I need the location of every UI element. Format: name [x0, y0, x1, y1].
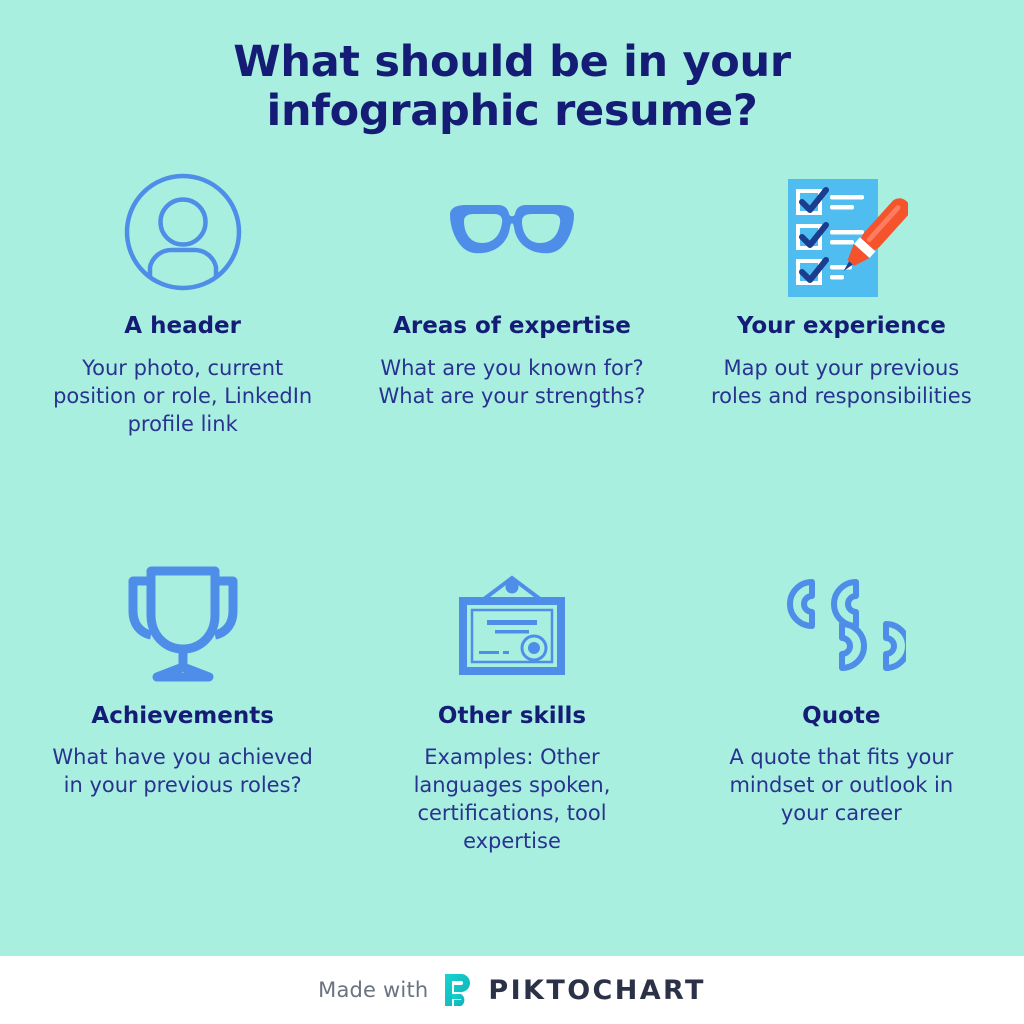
infographic-canvas: What should be in your infographic resum… — [0, 0, 1024, 956]
quotation-marks-icon — [787, 579, 907, 672]
checklist-pencil-icon — [788, 179, 909, 298]
card-icon-container — [122, 157, 244, 307]
card-body: What have you achieved in your previous … — [52, 745, 313, 798]
page-title: What should be in your infographic resum… — [233, 37, 791, 136]
card-title: Your experience — [736, 313, 946, 340]
card-your-experience: Your experience Map out your previous ro… — [677, 157, 1006, 551]
certificate-icon — [458, 575, 565, 676]
piktochart-p-logo-icon — [445, 974, 471, 1006]
card-other-skills: Other skills Examples: Other languages s… — [347, 552, 676, 946]
card-icon-container — [449, 552, 575, 697]
card-body: Map out your previous roles and responsi… — [711, 355, 972, 408]
card-title: A header — [124, 313, 242, 340]
card-body: Examples: Other languages spoken, certif… — [413, 745, 611, 853]
card-title: Other skills — [437, 702, 587, 729]
card-quote: Quote A quote that fits your mindset or … — [677, 552, 1006, 946]
card-body: A quote that fits your mindset or outloo… — [729, 745, 954, 826]
card-icon-container — [774, 157, 909, 307]
card-body: Your photo, current position or role, Li… — [53, 355, 313, 436]
trophy-icon — [128, 566, 238, 682]
card-icon-container — [446, 157, 578, 307]
cards-grid: A header Your photo, current position or… — [0, 135, 1024, 956]
glasses-icon — [449, 205, 574, 254]
user-avatar-icon — [124, 173, 241, 291]
card-icon-container — [776, 552, 907, 697]
card-icon-container — [119, 552, 247, 697]
footer-branding-bar: Made with PIKTOCHART — [0, 956, 1024, 1024]
made-with-label: Made with — [318, 978, 429, 1002]
card-body: What are you known for? What are your st… — [378, 355, 646, 408]
card-title: Quote — [802, 702, 881, 729]
card-areas-of-expertise: Areas of expertise What are you known fo… — [347, 157, 676, 551]
title-section: What should be in your infographic resum… — [0, 0, 1024, 135]
card-a-header: A header Your photo, current position or… — [18, 157, 347, 551]
brand-name: PIKTOCHART — [488, 974, 706, 1006]
card-achievements: Achievements What have you achieved in y… — [18, 552, 347, 946]
card-title: Areas of expertise — [393, 313, 631, 340]
infographic-poster: What should be in your infographic resum… — [0, 0, 1024, 1024]
card-title: Achievements — [91, 702, 274, 729]
